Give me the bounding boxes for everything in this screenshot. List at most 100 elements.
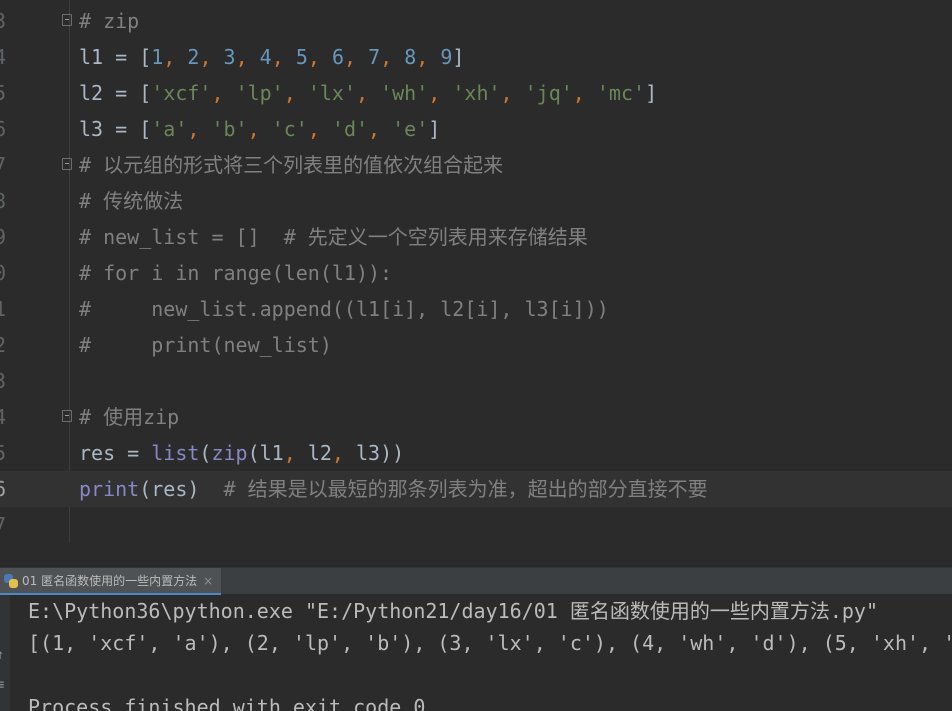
code-token: 'a' xyxy=(151,117,188,141)
line-number[interactable]: 1 xyxy=(0,291,24,327)
code-token: , xyxy=(271,45,296,69)
code-token: 'jq' xyxy=(524,81,573,105)
console-toolbar: ↑ ≡ xyxy=(0,595,10,711)
code-token: # 使用zip xyxy=(79,405,180,429)
code-editor[interactable]: 3 # zip 4 l1 = [ 1, 2, 3, 4, 5, 6, 7, 8, 9] 5… xyxy=(0,0,952,543)
code-token: # zip xyxy=(79,9,140,33)
fold-marker-icon[interactable] xyxy=(62,410,72,422)
code-token: , xyxy=(247,117,272,141)
line-number[interactable]: 7 xyxy=(0,147,24,183)
code-text: # 传统做法 xyxy=(79,183,183,219)
fold-marker-icon[interactable] xyxy=(62,14,72,26)
code-line[interactable]: 3 xyxy=(0,363,952,399)
code-line[interactable]: 4 # 使用zip xyxy=(0,399,952,435)
python-icon xyxy=(4,573,18,588)
code-token: , xyxy=(163,45,188,69)
line-number[interactable]: 0 xyxy=(0,255,24,291)
line-number[interactable]: 2 xyxy=(0,327,24,363)
code-text: # print(new_list) xyxy=(79,327,332,363)
code-token: , xyxy=(283,81,308,105)
run-tab-label: 01 匿名函数使用的一些内置方法 xyxy=(22,574,198,588)
code-token: , xyxy=(500,81,525,105)
code-line[interactable]: 6 l3 = ['a', 'b', 'c', 'd', 'e'] xyxy=(0,111,952,147)
line-number[interactable]: 4 xyxy=(0,399,24,435)
console-output-line: [(1, 'xcf', 'a'), (2, 'lp', 'b'), (3, 'l… xyxy=(28,631,952,655)
code-token: 'lx' xyxy=(307,81,356,105)
code-text: # new_list.append((l1[i], l2[i], l3[i])) xyxy=(79,291,609,327)
code-token: (l1 xyxy=(247,441,284,465)
code-token: zip xyxy=(211,441,248,465)
code-token: 5 xyxy=(295,45,308,69)
code-token: 'xcf' xyxy=(151,81,212,105)
run-tool-window-header: 01 匿名函数使用的一些内置方法 × xyxy=(0,567,952,595)
code-token: 'mc' xyxy=(596,81,646,105)
code-token: # 以元组的形式将三个列表里的值依次组合起来 xyxy=(79,153,504,177)
code-token: 9 xyxy=(440,45,453,69)
code-token: 'b' xyxy=(211,117,248,141)
code-text: # 使用zip xyxy=(79,399,179,435)
code-line[interactable]: 8 # 传统做法 xyxy=(0,183,952,219)
code-token: , xyxy=(283,441,308,465)
code-token: 'lp' xyxy=(235,81,284,105)
code-token: 'xh' xyxy=(452,81,501,105)
code-token: # for i in range(len(l1)): xyxy=(79,261,393,285)
code-token: l3 = [ xyxy=(79,117,152,141)
code-token: # 结果是以最短的那条列表为准，超出的部分直接不要 xyxy=(223,477,708,501)
console-exit-line: Process finished with exit code 0 xyxy=(28,695,426,711)
code-token: , xyxy=(572,81,597,105)
code-token: , xyxy=(344,45,369,69)
code-token: ] xyxy=(428,117,441,141)
line-number[interactable]: 4 xyxy=(0,39,24,75)
code-token: res = xyxy=(79,441,152,465)
line-number[interactable]: 6 xyxy=(0,111,24,147)
code-text: # for i in range(len(l1)): xyxy=(79,255,392,291)
code-token: , xyxy=(199,45,224,69)
code-line[interactable]: 7 # 以元组的形式将三个列表里的值依次组合起来 xyxy=(0,147,952,183)
code-token: 7 xyxy=(368,45,381,69)
code-token: , xyxy=(211,81,236,105)
code-line-current[interactable]: 6 print(res) # 结果是以最短的那条列表为准，超出的部分直接不要 xyxy=(0,471,952,507)
run-tab[interactable]: 01 匿名函数使用的一些内置方法 × xyxy=(0,568,222,595)
line-number[interactable]: 9 xyxy=(0,219,24,255)
code-token: 4 xyxy=(259,45,272,69)
line-number[interactable]: 6 xyxy=(0,471,24,507)
line-number[interactable]: 5 xyxy=(0,75,24,111)
line-number[interactable]: 3 xyxy=(0,3,24,39)
code-token: 'd' xyxy=(331,117,369,141)
code-token: , xyxy=(331,441,356,465)
code-token: l1 = [ xyxy=(79,45,152,69)
code-token: , xyxy=(307,45,332,69)
code-token: list xyxy=(151,441,200,465)
line-number[interactable]: 3 xyxy=(0,363,24,399)
line-number[interactable]: 5 xyxy=(0,435,24,471)
code-text: res = list(zip(l1, l2, l3)) xyxy=(79,435,404,471)
code-line[interactable]: 3 # zip xyxy=(0,3,952,39)
run-console[interactable]: ↑ ≡ E:\Python36\python.exe "E:/Python21/… xyxy=(0,595,952,711)
code-line[interactable]: 2 # print(new_list) xyxy=(0,327,952,363)
code-line[interactable]: 5 l2 = ['xcf', 'lp', 'lx', 'wh', 'xh', 'j… xyxy=(0,75,952,111)
code-token: l2 = [ xyxy=(79,81,152,105)
code-token: 'wh' xyxy=(380,81,429,105)
code-text: l3 = ['a', 'b', 'c', 'd', 'e'] xyxy=(79,111,440,147)
code-token: # new_list.append((l1[i], l2[i], l3[i])) xyxy=(79,297,609,321)
code-token: 8 xyxy=(404,45,417,69)
code-token: , xyxy=(380,45,405,69)
code-token: # new_list = [] # 先定义一个空列表用来存储结果 xyxy=(79,225,588,249)
code-token: ] xyxy=(452,45,465,69)
code-token: # 传统做法 xyxy=(79,189,184,213)
code-line[interactable]: 4 l1 = [1, 2, 3, 4, 5, 6, 7, 8, 9] xyxy=(0,39,952,75)
soft-wrap-icon[interactable]: ≡ xyxy=(0,677,4,693)
code-line[interactable]: 9 # new_list = [] # 先定义一个空列表用来存储结果 xyxy=(0,219,952,255)
code-token: 6 xyxy=(331,45,344,69)
fold-marker-icon[interactable] xyxy=(62,158,72,170)
close-tab-icon[interactable]: × xyxy=(203,574,213,588)
line-number[interactable]: 7 xyxy=(0,507,24,543)
code-line[interactable]: 7 xyxy=(0,507,952,543)
code-token: , xyxy=(235,45,260,69)
line-number[interactable]: 8 xyxy=(0,183,24,219)
code-line[interactable]: 1 # new_list.append((l1[i], l2[i], l3[i])… xyxy=(0,291,952,327)
code-line[interactable]: 5 res = list(zip(l1, l2, l3)) xyxy=(0,435,952,471)
console-command-line: E:\Python36\python.exe "E:/Python21/day1… xyxy=(28,599,879,623)
scroll-up-icon[interactable]: ↑ xyxy=(0,647,4,663)
code-line[interactable]: 0 # for i in range(len(l1)): xyxy=(0,255,952,291)
